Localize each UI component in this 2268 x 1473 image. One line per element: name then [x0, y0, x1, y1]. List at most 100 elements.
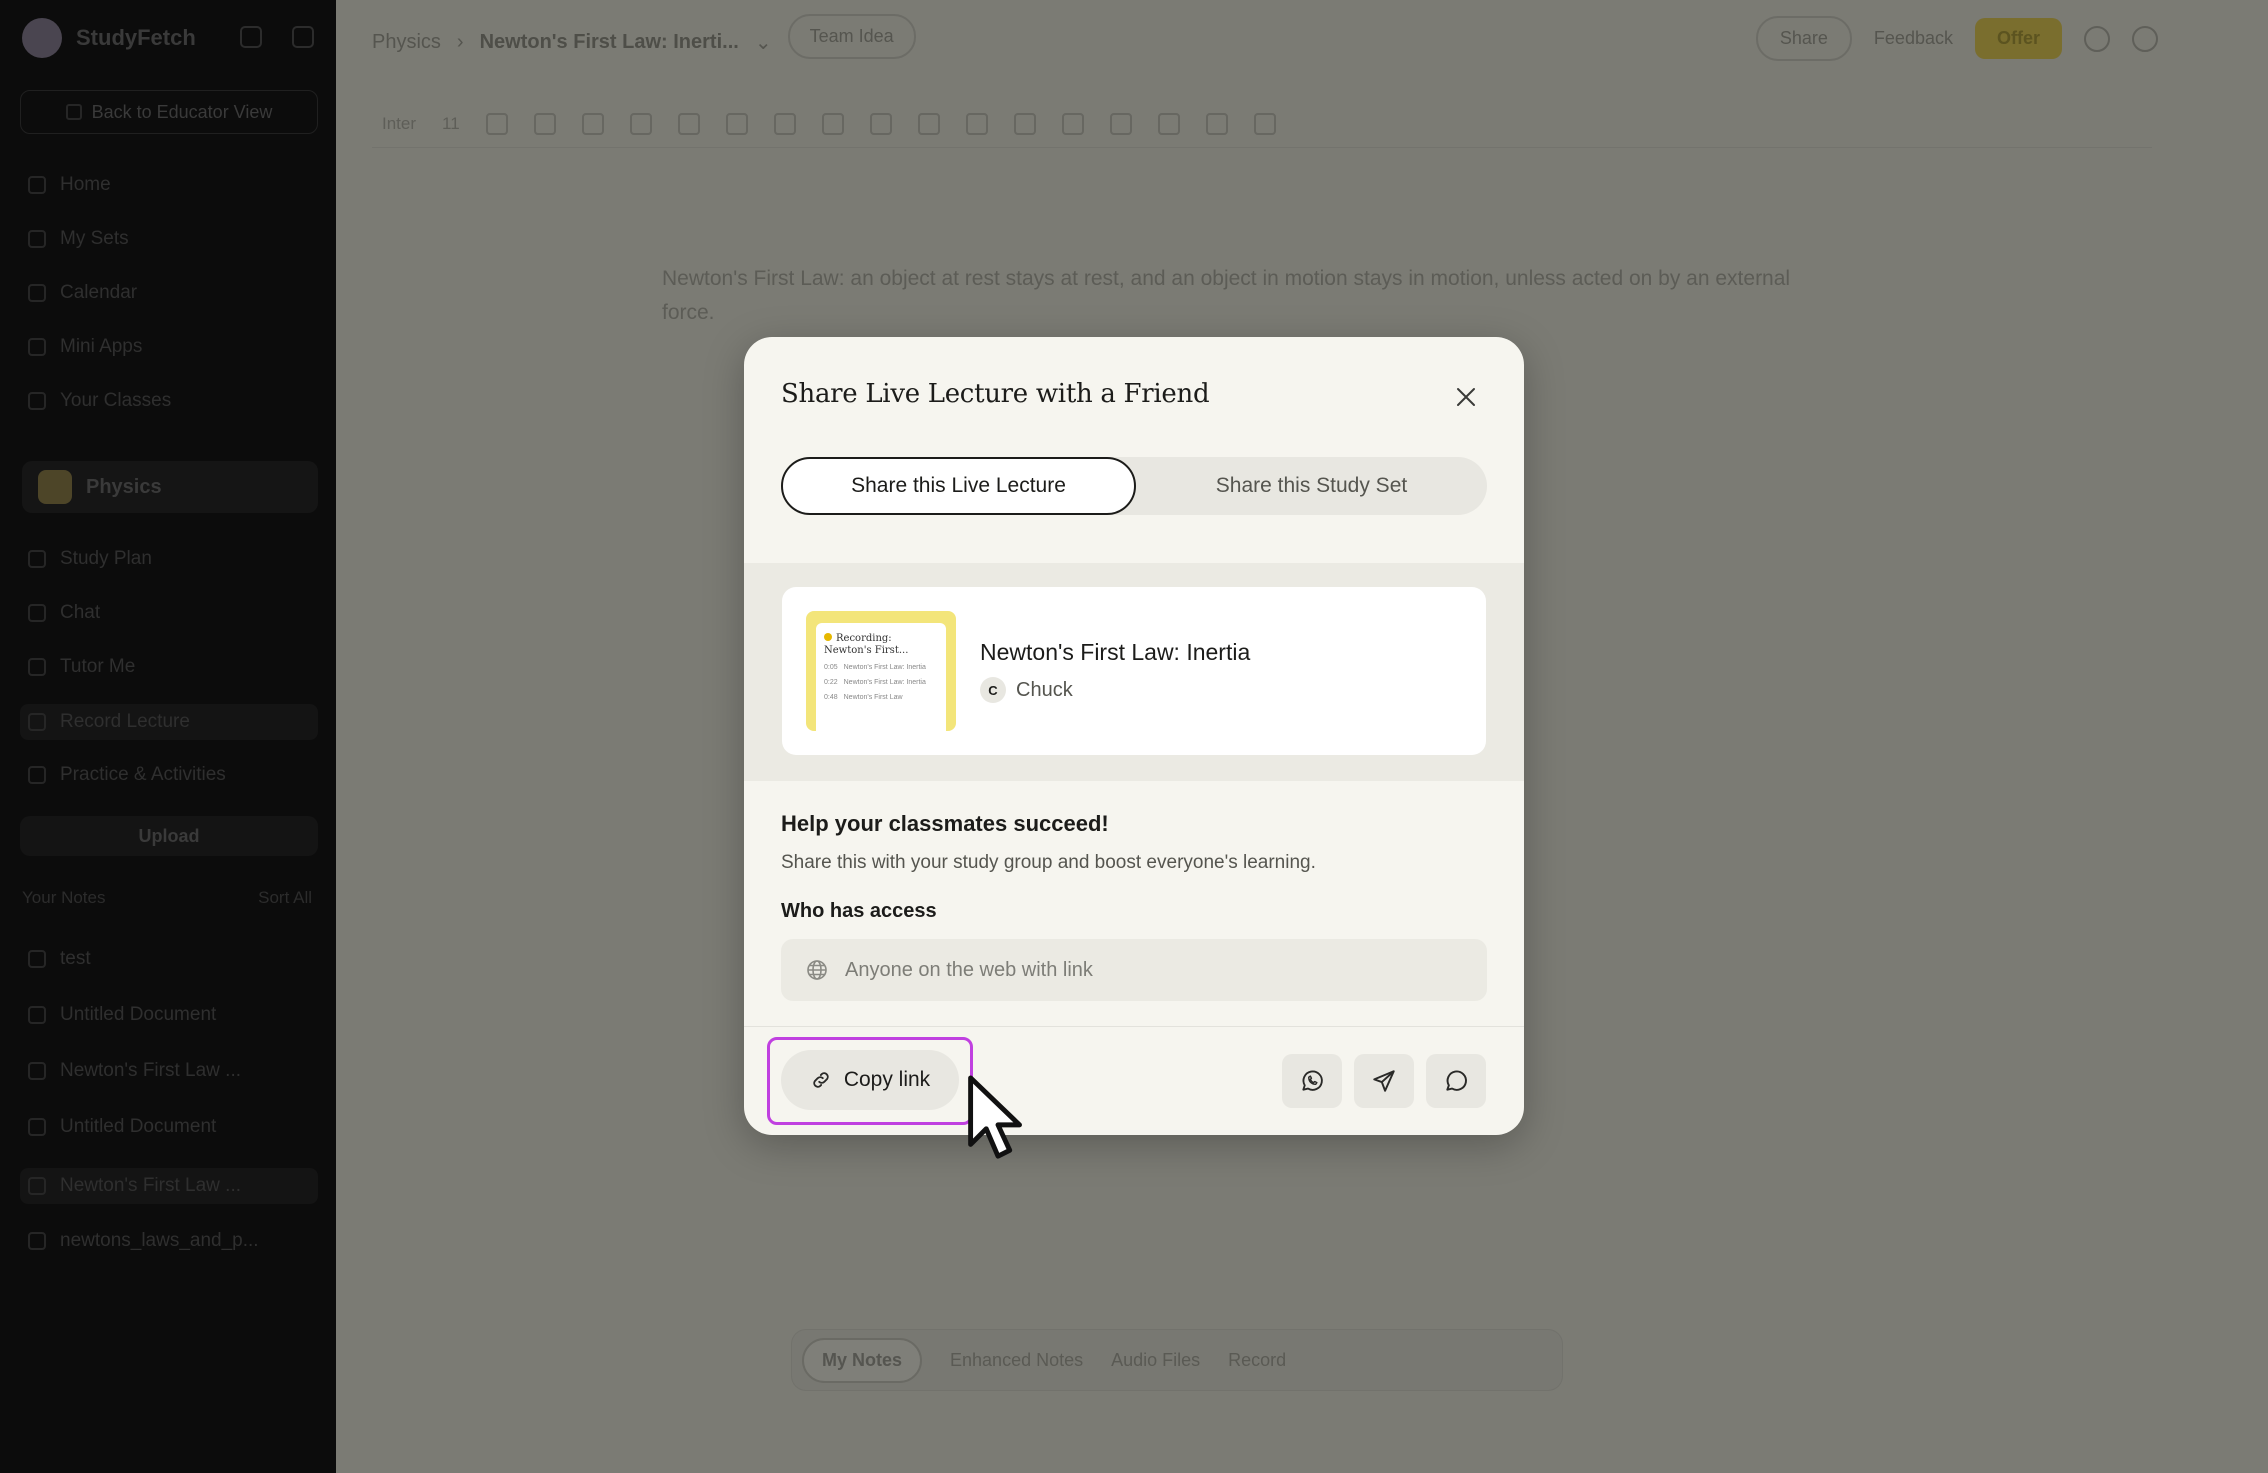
breadcrumb-root[interactable]: Physics: [372, 31, 441, 54]
note-label: Untitled Document: [60, 1004, 217, 1025]
back-to-educator-button[interactable]: Back to Educator View: [20, 90, 318, 134]
image-icon[interactable]: [1253, 112, 1276, 135]
sidebar-item-calendar[interactable]: Calendar: [28, 282, 137, 304]
share-telegram-button[interactable]: [1354, 1054, 1414, 1108]
divider-icon[interactable]: [1061, 112, 1084, 135]
folder-icon: [28, 230, 46, 248]
modal-title: Share Live Lecture with a Friend: [781, 379, 1210, 409]
sidebar-item-practice[interactable]: Practice & Activities: [28, 764, 226, 786]
collapse-sidebar-icon[interactable]: [292, 26, 314, 48]
close-icon: [1457, 388, 1475, 406]
document-icon: [28, 1006, 46, 1024]
thumbnail-text: Newton's First Law: Inertia: [843, 679, 926, 686]
thumbnail-text: Newton's First Law: Inertia: [843, 664, 926, 671]
topbar: Physics › Newton's First Law: Inerti... …: [336, 0, 2268, 76]
share-message-button[interactable]: [1426, 1054, 1486, 1108]
font-size-select[interactable]: 11: [442, 114, 460, 134]
strikethrough-icon[interactable]: [629, 112, 652, 135]
sidebar-item-label: Practice & Activities: [60, 764, 226, 785]
breadcrumb-document[interactable]: Newton's First Law: Inerti...: [480, 31, 739, 54]
thumbnail-row: 0:48 Newton's First Law: [824, 693, 938, 702]
font-select[interactable]: Inter: [382, 114, 416, 134]
note-label: Newton's First Law ...: [60, 1175, 242, 1196]
sidebar: StudyFetch Back to Educator View Home My…: [0, 0, 336, 1473]
access-selector[interactable]: Anyone on the web with link: [781, 939, 1487, 1001]
share-whatsapp-button[interactable]: [1282, 1054, 1342, 1108]
close-button[interactable]: [1452, 383, 1480, 411]
thumbnail-time: 0:05: [824, 664, 838, 671]
lecture-preview-card: Recording: Newton's First... 0:05 Newton'…: [782, 587, 1486, 755]
tab-share-study-set[interactable]: Share this Study Set: [1136, 457, 1487, 515]
bold-icon[interactable]: [485, 112, 508, 135]
heading1-icon[interactable]: [773, 112, 796, 135]
underline-icon[interactable]: [581, 112, 604, 135]
sidebar-item-tutor-me[interactable]: Tutor Me: [28, 656, 135, 678]
chevron-down-icon[interactable]: ⌄: [755, 30, 772, 55]
team-idea-button[interactable]: Team Idea: [787, 14, 916, 59]
highlight-icon[interactable]: [677, 112, 700, 135]
chevron-right-icon: ›: [456, 31, 464, 53]
upload-button[interactable]: Upload: [20, 816, 318, 856]
align-icon[interactable]: [1013, 112, 1036, 135]
italic-icon[interactable]: [533, 112, 556, 135]
numbered-list-icon[interactable]: [965, 112, 988, 135]
plan-icon: [28, 550, 46, 568]
note-item-active[interactable]: Newton's First Law ...: [20, 1168, 318, 1204]
notes-header: Your Notes Sort All: [22, 888, 312, 908]
lecture-author: C Chuck: [980, 677, 1073, 703]
thumbnail-time: 0:48: [824, 694, 838, 701]
tab-audio-files[interactable]: Audio Files: [1111, 1350, 1200, 1371]
document-icon: [28, 1232, 46, 1250]
tab-share-live-lecture[interactable]: Share this Live Lecture: [781, 457, 1136, 515]
whatsapp-icon: [1302, 1070, 1323, 1091]
sidebar-item-chat[interactable]: Chat: [28, 602, 100, 624]
note-label: newtons_laws_and_p...: [60, 1230, 259, 1251]
share-type-tabs: Share this Live Lecture Share this Study…: [781, 457, 1487, 515]
note-item[interactable]: test: [28, 948, 91, 970]
class-name: Physics: [86, 475, 162, 498]
note-item[interactable]: Untitled Document: [28, 1004, 216, 1026]
search-icon[interactable]: [240, 26, 262, 48]
sidebar-item-my-sets[interactable]: My Sets: [28, 228, 129, 250]
tab-my-notes[interactable]: My Notes: [802, 1337, 923, 1383]
tab-record[interactable]: Record: [1228, 1350, 1286, 1371]
feedback-button[interactable]: Feedback: [1874, 28, 1953, 49]
share-preview-area: Recording: Newton's First... 0:05 Newton'…: [744, 563, 1524, 781]
settings-icon[interactable]: [2132, 25, 2158, 52]
author-name: Chuck: [1016, 678, 1073, 701]
offer-button[interactable]: Offer: [1974, 18, 2062, 59]
divider: [744, 1026, 1524, 1027]
sidebar-item-home[interactable]: Home: [28, 174, 111, 196]
thumbnail-title: Recording: Newton's First...: [824, 633, 909, 656]
practice-icon: [28, 766, 46, 784]
document-body[interactable]: Newton's First Law: an object at rest st…: [662, 262, 1792, 330]
heading3-icon[interactable]: [869, 112, 892, 135]
sidebar-item-your-classes[interactable]: Your Classes: [28, 390, 171, 412]
sidebar-item-label: Your Classes: [60, 390, 172, 411]
tab-enhanced-notes[interactable]: Enhanced Notes: [950, 1350, 1083, 1371]
thumbnail-time: 0:22: [824, 679, 838, 686]
bullet-list-icon[interactable]: [917, 112, 940, 135]
notes-sort[interactable]: Sort All: [258, 888, 312, 908]
microphone-icon: [28, 713, 46, 731]
class-selector[interactable]: Physics: [22, 461, 318, 513]
formula-icon[interactable]: [1109, 112, 1132, 135]
note-item[interactable]: newtons_laws_and_p...: [28, 1230, 259, 1252]
sidebar-item-mini-apps[interactable]: Mini Apps: [28, 336, 142, 358]
sidebar-item-record-lecture[interactable]: Record Lecture: [20, 704, 318, 740]
note-item[interactable]: Newton's First Law ...: [28, 1060, 241, 1082]
help-icon[interactable]: [2084, 25, 2110, 52]
copy-link-button[interactable]: Copy link: [781, 1050, 959, 1110]
document-icon: [28, 1062, 46, 1080]
brand[interactable]: StudyFetch: [22, 18, 196, 58]
note-item[interactable]: Untitled Document: [28, 1116, 216, 1138]
undo-icon[interactable]: [1157, 112, 1180, 135]
sidebar-top-icons: [240, 26, 314, 48]
link-icon[interactable]: [725, 112, 748, 135]
document-icon: [28, 1118, 46, 1136]
table-icon[interactable]: [1205, 112, 1228, 135]
sidebar-item-study-plan[interactable]: Study Plan: [28, 548, 152, 570]
note-label: Newton's First Law ...: [60, 1060, 242, 1081]
share-button[interactable]: Share: [1755, 16, 1852, 61]
heading2-icon[interactable]: [821, 112, 844, 135]
